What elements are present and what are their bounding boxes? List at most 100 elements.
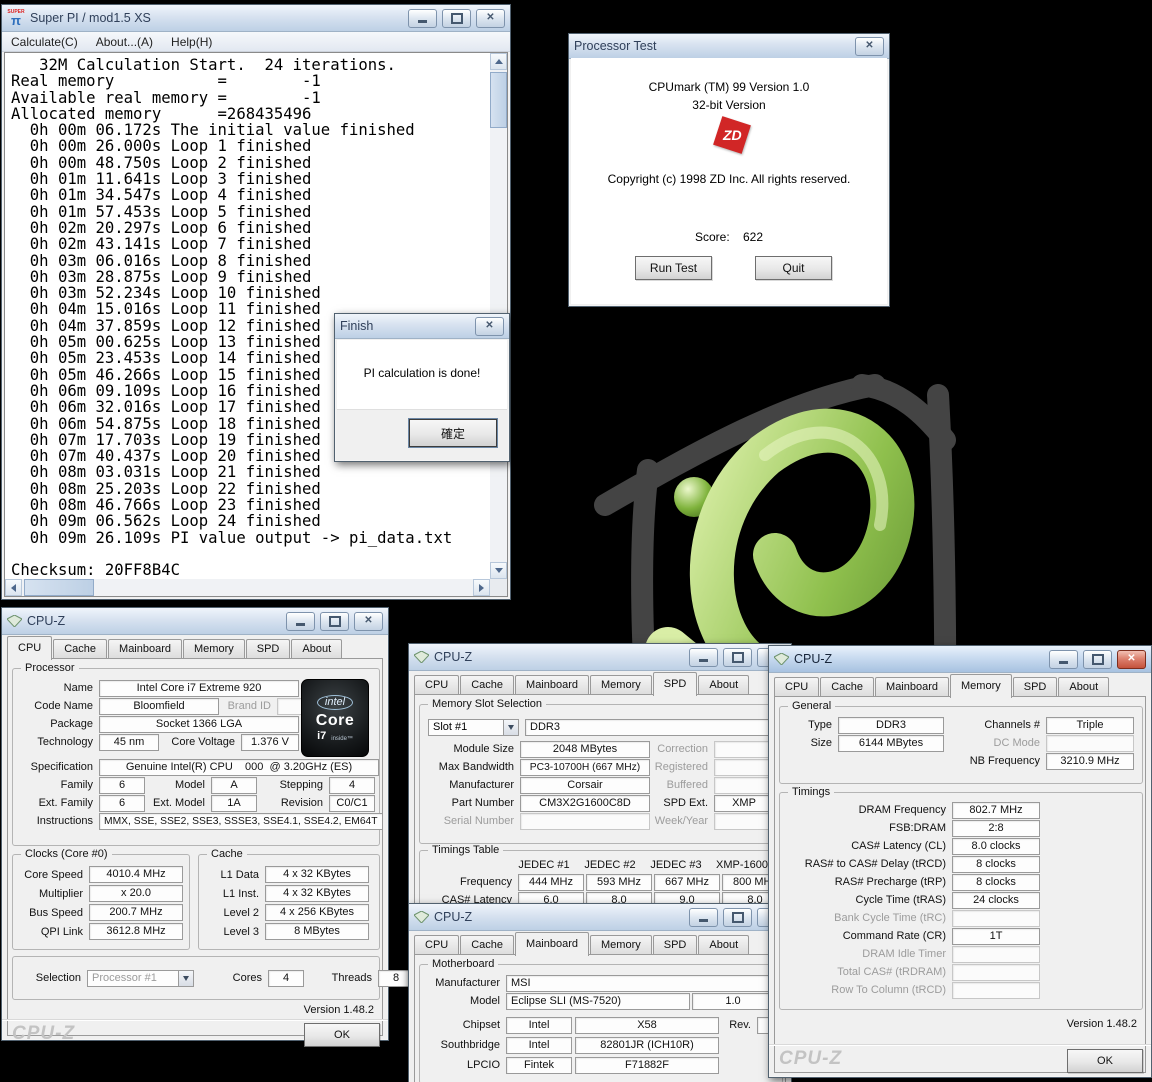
processor-selection-dropdown[interactable]: Processor #1 [87, 970, 194, 987]
menu-calculate[interactable]: Calculate(C) [2, 34, 87, 50]
threads-label: Threads [314, 972, 378, 984]
cpuz-watermark: CPU-Z [779, 1048, 842, 1070]
finish-titlebar[interactable]: Finish ✕ [335, 314, 509, 339]
ok-button[interactable]: OK [304, 1023, 380, 1047]
cpuz-icon [414, 651, 429, 663]
horizontal-scroll-thumb[interactable] [24, 579, 94, 596]
processor-test-titlebar[interactable]: Processor Test ✕ [569, 34, 889, 59]
processor-group: Processor intel Core i7 inside™ NameInte… [12, 668, 380, 846]
col-jedec3: JEDEC #3 [644, 859, 708, 871]
maximize-button[interactable] [723, 648, 752, 667]
selection-label: Selection [21, 972, 87, 984]
bus-speed-label: Bus Speed [21, 907, 89, 919]
tab-memory[interactable]: Memory [950, 674, 1012, 698]
arrow-right-icon [479, 584, 484, 592]
slot-dropdown[interactable]: Slot #1 [428, 719, 519, 736]
intel-core-i7-logo: intel Core i7 inside™ [301, 679, 369, 757]
tab-memory[interactable]: Memory [590, 675, 652, 695]
minimize-button[interactable] [689, 648, 718, 667]
scroll-right-button[interactable] [473, 579, 490, 596]
superpi-window-title: Super PI / mod1.5 XS [30, 11, 403, 25]
ok-button[interactable]: 確定 [409, 419, 497, 447]
tab-spd[interactable]: SPD [246, 639, 291, 659]
zd-logo-text: ZD [723, 127, 742, 143]
minimize-button[interactable] [286, 612, 315, 631]
arrow-up-icon [495, 59, 503, 64]
scroll-up-button[interactable] [490, 53, 507, 70]
tab-cache[interactable]: Cache [820, 677, 874, 697]
tab-about[interactable]: About [1058, 677, 1109, 697]
tras-label: Cycle Time (tRAS) [788, 894, 952, 906]
tab-spd[interactable]: SPD [1013, 677, 1058, 697]
ok-button[interactable]: OK [1067, 1049, 1143, 1073]
tab-mainboard[interactable]: Mainboard [108, 639, 182, 659]
tab-memory[interactable]: Memory [183, 639, 245, 659]
cpuz-window-title: CPU-Z [434, 910, 684, 924]
maximize-button[interactable] [723, 908, 752, 927]
stepping-label: Stepping [257, 779, 329, 791]
vertical-scroll-thumb[interactable] [490, 72, 507, 128]
mem-size-value: 6144 MBytes [838, 735, 944, 752]
close-button[interactable]: ✕ [354, 612, 383, 631]
maximize-button[interactable] [442, 9, 471, 28]
tab-cpu[interactable]: CPU [774, 677, 819, 697]
buffered-label: Buffered [650, 779, 714, 791]
module-size-value: 2048 MBytes [520, 741, 650, 758]
scroll-down-button[interactable] [490, 562, 507, 579]
cpuz-titlebar[interactable]: CPU-Z ✕ [2, 608, 388, 635]
tab-about[interactable]: About [698, 675, 749, 695]
finish-title: Finish [340, 319, 470, 333]
tab-memory[interactable]: Memory [590, 935, 652, 955]
minimize-button[interactable] [689, 908, 718, 927]
memory-slot-group: Memory Slot Selection Slot #1 DDR3 Modul… [419, 704, 783, 844]
score-label: Score: [695, 230, 730, 244]
close-button[interactable]: ✕ [1117, 650, 1146, 669]
tab-mainboard[interactable]: Mainboard [515, 932, 589, 956]
revision-label: Revision [257, 797, 329, 809]
correction-label: Correction [650, 743, 714, 755]
tab-cpu[interactable]: CPU [414, 675, 459, 695]
channels-label: Channels # [944, 719, 1046, 731]
maximize-button[interactable] [320, 612, 349, 631]
scroll-left-button[interactable] [5, 579, 22, 596]
minimize-button[interactable] [408, 9, 437, 28]
run-test-button[interactable]: Run Test [635, 256, 712, 280]
name-label: Name [21, 682, 99, 694]
maximize-button[interactable] [1083, 650, 1112, 669]
frequency-jedec3: 667 MHz [654, 874, 720, 891]
command-rate-label: Command Rate (CR) [788, 930, 952, 942]
tab-mainboard[interactable]: Mainboard [875, 677, 949, 697]
cpuz-titlebar[interactable]: CPU-Z ✕ [409, 644, 791, 671]
tab-spd[interactable]: SPD [653, 935, 698, 955]
intel-logo-tagline: inside™ [331, 736, 353, 742]
menu-about[interactable]: About...(A) [87, 34, 162, 50]
tab-spd[interactable]: SPD [653, 672, 698, 696]
close-button[interactable]: ✕ [476, 9, 505, 28]
close-button[interactable]: ✕ [855, 37, 884, 56]
quit-button[interactable]: Quit [755, 256, 832, 280]
superpi-titlebar[interactable]: SUPER π Super PI / mod1.5 XS ✕ [2, 5, 510, 32]
cpuz-titlebar[interactable]: CPU-Z ✕ [769, 646, 1151, 673]
lpcio-vendor: Fintek [506, 1057, 572, 1074]
l1-inst-value: 4 x 32 KBytes [265, 885, 369, 902]
minimize-button[interactable] [1049, 650, 1078, 669]
tab-cache[interactable]: Cache [460, 675, 514, 695]
tab-cache[interactable]: Cache [53, 639, 107, 659]
lpcio-value: F71882F [575, 1057, 719, 1074]
score-value: 622 [743, 230, 763, 244]
trc-label: Bank Cycle Time (tRC) [788, 912, 952, 924]
tab-about[interactable]: About [698, 935, 749, 955]
tab-cpu[interactable]: CPU [7, 636, 52, 660]
menu-help[interactable]: Help(H) [162, 34, 221, 50]
cpuz-titlebar[interactable]: CPU-Z ✕ [409, 904, 791, 931]
horizontal-scrollbar[interactable] [5, 579, 490, 596]
tab-cpu[interactable]: CPU [414, 935, 459, 955]
tab-cache[interactable]: Cache [460, 935, 514, 955]
close-button[interactable]: ✕ [475, 317, 504, 336]
cpuz-tab-strip: CPU Cache Mainboard Memory SPD About [774, 673, 1146, 697]
trcd-value: 8 clocks [952, 856, 1040, 873]
tab-about[interactable]: About [291, 639, 342, 659]
code-name-value: Bloomfield [99, 698, 219, 715]
tab-mainboard[interactable]: Mainboard [515, 675, 589, 695]
cl-value: 8.0 clocks [952, 838, 1040, 855]
